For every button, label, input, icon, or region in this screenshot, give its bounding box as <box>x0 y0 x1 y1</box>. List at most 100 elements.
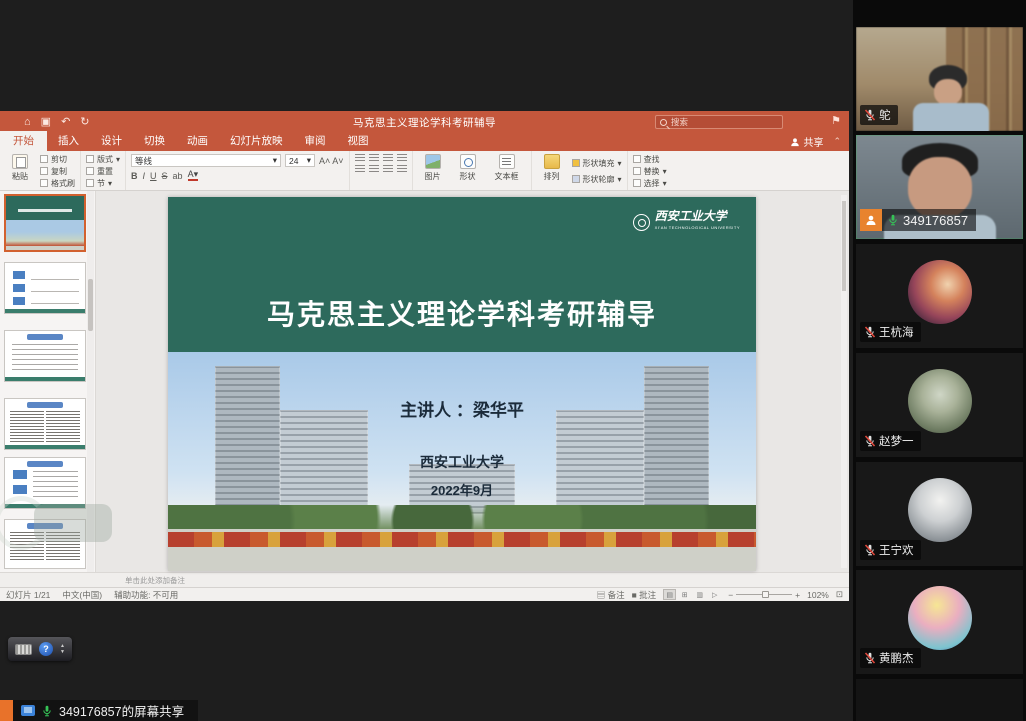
section-button[interactable]: 节▾ <box>86 178 120 188</box>
comments-toggle[interactable]: ■ 批注 <box>632 589 657 601</box>
strikethrough-button[interactable]: S <box>162 171 168 181</box>
search-input[interactable] <box>671 117 771 127</box>
slide-sorter-view-button[interactable]: ⊞ <box>678 589 691 600</box>
thumbnail-scrollbar[interactable] <box>87 191 94 572</box>
help-icon[interactable]: ? <box>39 642 53 656</box>
zoom-level[interactable]: 102% <box>807 590 829 600</box>
zoom-in-button[interactable]: + <box>795 590 800 600</box>
format-painter-button[interactable]: 格式刷 <box>40 178 75 188</box>
format-painter-icon <box>40 179 48 187</box>
notes-bar[interactable]: 单击此处添加备注 <box>0 572 849 587</box>
slide-thumbnail-4[interactable] <box>4 398 86 450</box>
tab-view[interactable]: 视图 <box>337 131 380 151</box>
text-shadow-button[interactable]: ab <box>173 171 183 181</box>
underline-button[interactable]: U <box>150 171 157 181</box>
accessibility-status[interactable]: 辅助功能: 不可用 <box>114 589 178 601</box>
shared-screen-region: ⌂ ▣ ↶ ↻ 马克思主义理论学科考研辅导 ⚑ 开始 插入 设计 切换 动画 <box>0 0 853 721</box>
avatar <box>908 586 972 650</box>
editing-group: 查找 替换▾ 选择▾ <box>628 151 672 190</box>
share-accent-block <box>0 700 13 721</box>
participant-tile-3[interactable]: 王杭海 <box>856 244 1023 348</box>
zoom-slider[interactable]: − + <box>728 590 800 600</box>
font-name-combo[interactable]: 等线▾ <box>131 154 281 167</box>
participant-name-badge: 黄鹏杰 <box>860 648 921 668</box>
shapes-icon <box>460 154 476 169</box>
shapes-button[interactable]: 形状 <box>453 154 483 182</box>
shape-fill-icon <box>572 159 580 167</box>
align-right-button[interactable] <box>383 165 393 173</box>
microphone-muted-icon <box>864 435 876 447</box>
share-button[interactable]: 共享 <box>790 134 823 149</box>
participant-tile-7-partial[interactable] <box>856 679 1023 721</box>
shape-fill-button[interactable]: 形状填充▾ <box>572 158 622 168</box>
zoom-out-button[interactable]: − <box>728 590 733 600</box>
language-indicator[interactable]: 中文(中国) <box>62 589 102 601</box>
logo-subtext: XI'AN TECHNOLOGICAL UNIVERSITY <box>655 222 740 233</box>
font-color-button[interactable]: A▾ <box>188 170 199 181</box>
tab-animations[interactable]: 动画 <box>176 131 219 151</box>
language-bar[interactable]: ? ▲▼ <box>8 637 72 661</box>
font-size-combo[interactable]: 24▾ <box>285 154 315 167</box>
ribbon-search-box[interactable] <box>655 115 783 129</box>
justify-button[interactable] <box>397 165 407 173</box>
bullets-button[interactable] <box>355 154 365 162</box>
tab-design[interactable]: 设计 <box>90 131 133 151</box>
line-spacing-button[interactable] <box>397 154 407 162</box>
slide-thumbnail-6[interactable] <box>4 519 86 569</box>
shape-outline-button[interactable]: 形状轮廓▾ <box>572 174 622 184</box>
layout-button[interactable]: 版式▾ <box>86 154 120 164</box>
select-button[interactable]: 选择▾ <box>633 178 667 188</box>
slides-group: 版式▾ 重置 节▾ <box>81 151 126 190</box>
avatar <box>908 260 972 324</box>
grow-shrink-font-buttons[interactable]: A˄ A˅ <box>319 156 344 166</box>
langbar-arrows-icon[interactable]: ▲▼ <box>60 644 65 655</box>
reading-view-button[interactable]: ▥ <box>693 589 706 600</box>
screen-share-icon <box>21 705 35 716</box>
tab-insert[interactable]: 插入 <box>47 131 90 151</box>
slide-thumbnail-3[interactable] <box>4 330 86 382</box>
normal-view-button[interactable]: ▤ <box>663 589 676 600</box>
cut-button[interactable]: 剪切 <box>40 154 75 164</box>
keyboard-icon[interactable] <box>15 644 32 655</box>
participant-tile-1[interactable]: 鸵 <box>856 27 1023 131</box>
university-seal-icon <box>633 214 650 231</box>
participant-tile-4[interactable]: 赵梦一 <box>856 353 1023 457</box>
tab-review[interactable]: 审阅 <box>294 131 337 151</box>
replace-button[interactable]: 替换▾ <box>633 166 667 176</box>
tab-slideshow[interactable]: 幻灯片放映 <box>219 131 294 151</box>
copy-button[interactable]: 复制 <box>40 166 75 176</box>
person-add-icon <box>790 137 800 147</box>
tab-transitions[interactable]: 切换 <box>133 131 176 151</box>
tab-home[interactable]: 开始 <box>0 131 47 151</box>
indent-button[interactable] <box>383 154 393 162</box>
picture-button[interactable]: 图片 <box>418 154 448 182</box>
align-center-button[interactable] <box>369 165 379 173</box>
canvas-scrollbar[interactable] <box>841 195 847 568</box>
reset-button[interactable]: 重置 <box>86 166 120 176</box>
slide-thumbnail-2[interactable] <box>4 262 86 314</box>
slideshow-view-button[interactable]: ▷ <box>708 589 721 600</box>
replace-icon <box>633 167 641 175</box>
participant-tile-6[interactable]: 黄鹏杰 <box>856 570 1023 674</box>
participant-tile-5[interactable]: 王宁欢 <box>856 462 1023 566</box>
layout-icon <box>86 155 94 163</box>
screen-share-banner: 349176857的屏幕共享 <box>0 700 198 721</box>
textbox-button[interactable]: 文本框 <box>488 154 526 182</box>
italic-button[interactable]: I <box>143 171 146 181</box>
slide-thumbnail-1[interactable] <box>4 194 86 252</box>
slide-thumbnail-5[interactable] <box>4 457 86 509</box>
collapse-ribbon-icon[interactable]: ⌃ <box>833 136 841 147</box>
fit-to-window-button[interactable]: ⊡ <box>836 589 843 600</box>
arrange-button[interactable]: 排列 <box>537 154 567 182</box>
paste-button[interactable]: 粘贴 <box>5 154 35 182</box>
find-button[interactable]: 查找 <box>633 154 667 164</box>
numbering-button[interactable] <box>369 154 379 162</box>
participant-tile-2-active-speaker[interactable]: 349176857 <box>856 135 1023 239</box>
align-left-button[interactable] <box>355 165 365 173</box>
paste-icon <box>12 154 28 169</box>
bold-button[interactable]: B <box>131 171 138 181</box>
slide[interactable]: 马克思主义理论学科考研辅导 西安工业大学 XI'AN TECHNOLOGICAL… <box>168 197 756 571</box>
avatar <box>908 478 972 542</box>
notes-toggle[interactable]: ▤ 备注 <box>597 589 625 601</box>
clipboard-group: 粘贴 剪切 复制 格式刷 <box>0 151 81 190</box>
